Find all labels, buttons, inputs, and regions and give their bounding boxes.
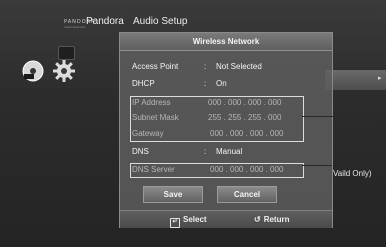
pandora-tagline: music and more bbox=[64, 25, 86, 29]
save-button[interactable]: Save bbox=[143, 186, 203, 203]
dialog-footer: ↵ Select ↺ Return bbox=[120, 210, 332, 228]
ip-address-label: IP Address bbox=[132, 98, 171, 107]
dns-server-label: DNS Server bbox=[132, 165, 175, 174]
access-point-label: Access Point bbox=[132, 62, 179, 71]
subnet-mask-value: 255 . 255 . 255 . 000 bbox=[208, 113, 282, 122]
enter-key-icon: ↵ bbox=[170, 218, 180, 228]
tv-screen: PANDORA music and more Pandora Audio Set… bbox=[0, 0, 386, 247]
return-label: Return bbox=[263, 215, 290, 224]
gateway-label: Gateway bbox=[132, 129, 164, 138]
row-colon: : bbox=[204, 79, 207, 88]
dns-value: Manual bbox=[216, 147, 243, 156]
access-point-value: Not Selected bbox=[216, 62, 262, 71]
dns-server-value: 000 . 000 . 000 . 000 bbox=[210, 165, 284, 174]
row-colon: : bbox=[204, 62, 207, 71]
ip-address-value: 000 . 000 . 000 . 000 bbox=[208, 98, 282, 107]
app-name: Pandora bbox=[86, 16, 124, 27]
return-icon: ↺ bbox=[254, 215, 261, 224]
callout-line bbox=[378, 116, 379, 158]
callout-note: Vaild Only) bbox=[333, 169, 372, 178]
return-hint: ↺ Return bbox=[254, 211, 289, 228]
dialog-title: Wireless Network bbox=[120, 33, 332, 51]
dns-label: DNS bbox=[132, 147, 149, 156]
dhcp-value: On bbox=[216, 79, 227, 88]
select-label: Select bbox=[183, 215, 207, 224]
select-hint: ↵ Select bbox=[170, 211, 207, 228]
disc-icon bbox=[22, 60, 44, 82]
callout-line bbox=[302, 116, 378, 117]
wireless-network-dialog: Wireless Network Access Point : Not Sele… bbox=[119, 32, 333, 228]
row-colon: : bbox=[204, 147, 207, 156]
background-menu-title: Audio Setup bbox=[133, 16, 188, 27]
chevron-right-icon: ▸ bbox=[378, 75, 382, 82]
dhcp-label: DHCP bbox=[132, 79, 155, 88]
gateway-value: 000 . 000 . 000 . 000 bbox=[210, 129, 284, 138]
cancel-button[interactable]: Cancel bbox=[217, 186, 277, 203]
device-icon bbox=[58, 46, 75, 60]
gear-icon[interactable] bbox=[52, 59, 76, 83]
callout-line bbox=[302, 165, 332, 166]
background-menu-row bbox=[325, 70, 386, 90]
subnet-mask-label: Subnet Mask bbox=[132, 113, 179, 122]
